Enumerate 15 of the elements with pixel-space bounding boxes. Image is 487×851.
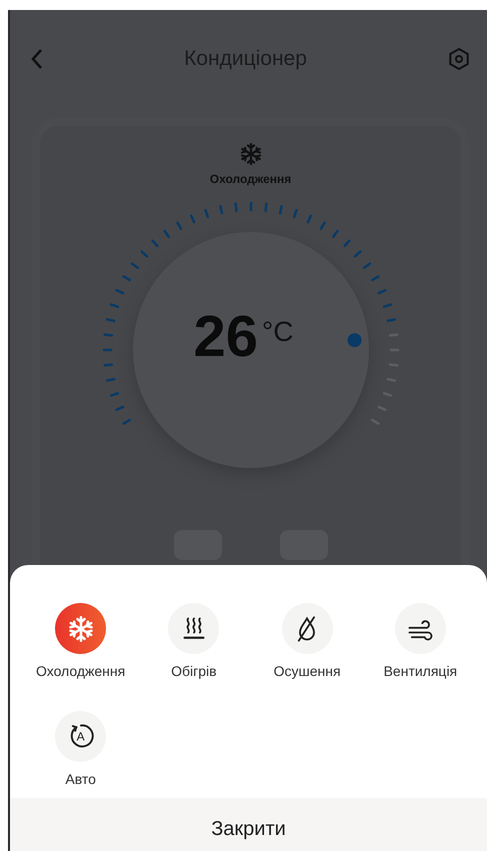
snowflake-icon <box>66 614 95 642</box>
dial-handle[interactable] <box>347 333 362 348</box>
snowflake-icon <box>238 142 262 166</box>
temperature-unit: °C <box>262 316 294 348</box>
settings-icon[interactable] <box>446 47 471 71</box>
mode-label: Охолодження <box>210 172 292 186</box>
mode-option[interactable]: A Авто <box>24 710 138 798</box>
icon-letter: A <box>76 730 85 743</box>
close-button[interactable]: Закрити <box>10 798 487 851</box>
temperature-value: 26 <box>194 308 258 366</box>
mode-option[interactable]: Вентиляція <box>364 603 477 690</box>
mode-option[interactable]: Обігрів <box>137 603 250 690</box>
back-icon[interactable] <box>30 48 44 70</box>
mode-option[interactable]: Охолодження <box>24 603 138 690</box>
mode-option[interactable]: Осушення <box>250 603 364 690</box>
